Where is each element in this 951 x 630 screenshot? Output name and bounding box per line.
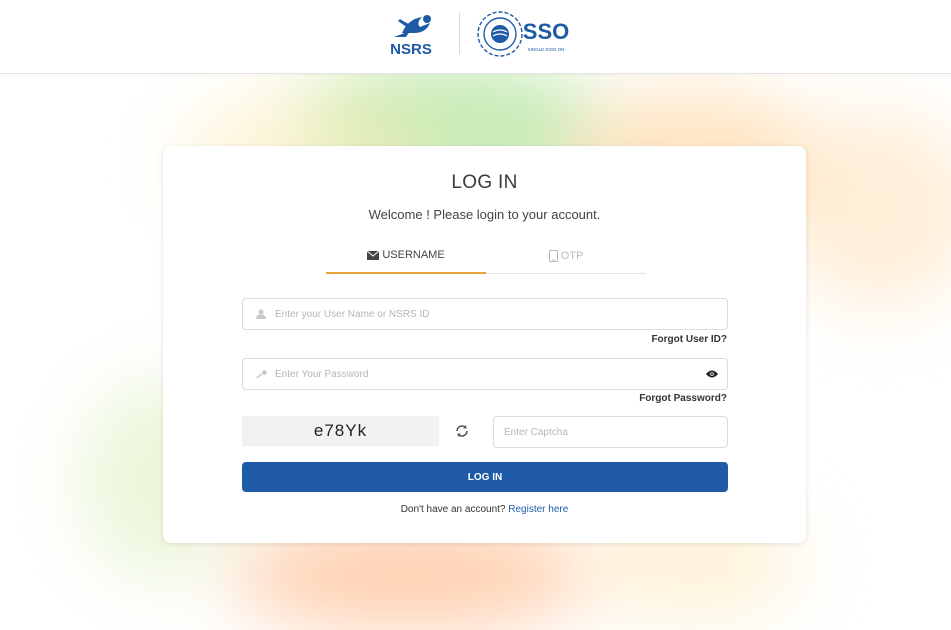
- header-bar: NSRS SSO SINGLE SIGN ON: [0, 0, 951, 74]
- captcha-image: e78Yk: [242, 416, 439, 446]
- page-title: LOG IN: [451, 172, 518, 193]
- captcha-input[interactable]: [494, 417, 727, 447]
- svg-text:SSO: SSO: [523, 19, 569, 44]
- nsrs-logo: NSRS: [390, 15, 432, 57]
- password-field: [242, 358, 728, 390]
- password-input[interactable]: [275, 359, 697, 389]
- svg-text:NSRS: NSRS: [390, 41, 432, 57]
- register-link[interactable]: Register here: [508, 504, 568, 515]
- user-icon: [247, 309, 275, 319]
- forgot-user-id-link[interactable]: Forgot User ID?: [651, 334, 727, 345]
- register-prompt: Don't have an account? Register here: [163, 504, 806, 515]
- username-field: [242, 298, 728, 330]
- tab-username-label: USERNAME: [382, 249, 445, 261]
- tab-username[interactable]: USERNAME: [326, 238, 486, 274]
- key-icon: [247, 369, 275, 379]
- envelope-icon: [367, 250, 380, 260]
- eye-icon[interactable]: [697, 370, 727, 378]
- username-input[interactable]: [275, 299, 727, 329]
- login-tabs: USERNAME OTP: [326, 238, 646, 274]
- forgot-password-link[interactable]: Forgot Password?: [639, 393, 727, 404]
- sso-logo: SSO SINGLE SIGN ON: [477, 11, 569, 57]
- tab-otp[interactable]: OTP: [486, 238, 646, 274]
- svg-text:SINGLE SIGN ON: SINGLE SIGN ON: [528, 47, 565, 52]
- refresh-icon[interactable]: [454, 423, 470, 439]
- phone-icon: [548, 250, 558, 262]
- captcha-field: [493, 416, 728, 448]
- login-button[interactable]: LOG IN: [242, 462, 728, 492]
- logo-divider: [459, 12, 460, 54]
- register-prompt-text: Don't have an account?: [400, 504, 506, 515]
- welcome-subtitle: Welcome ! Please login to your account.: [368, 207, 601, 222]
- tab-otp-label: OTP: [560, 250, 584, 262]
- login-card: LOG IN Welcome ! Please login to your ac…: [163, 146, 806, 543]
